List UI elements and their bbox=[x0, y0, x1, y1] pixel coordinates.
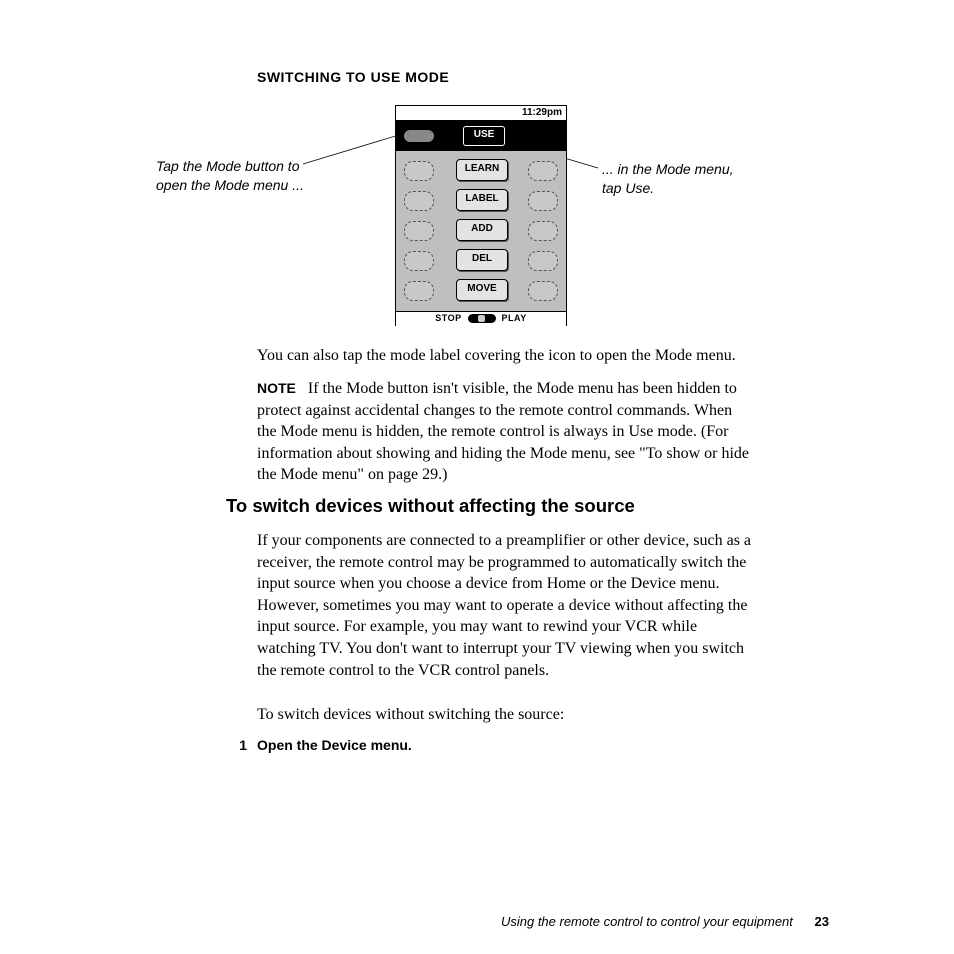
side-button bbox=[528, 281, 558, 301]
left-side-buttons bbox=[400, 151, 438, 311]
step-text: Open the Device menu. bbox=[257, 737, 412, 753]
paragraph-lead-in: To switch devices without switching the … bbox=[257, 704, 752, 726]
scroll-icon bbox=[468, 314, 496, 323]
side-button bbox=[528, 221, 558, 241]
mode-button-icon bbox=[404, 130, 434, 142]
menu-del: DEL bbox=[456, 249, 508, 271]
stop-label: STOP bbox=[435, 313, 461, 323]
side-button bbox=[528, 161, 558, 181]
side-button bbox=[404, 161, 434, 181]
paragraph-intro: You can also tap the mode label covering… bbox=[257, 345, 752, 367]
use-indicator: USE bbox=[463, 126, 505, 146]
menu-move: MOVE bbox=[456, 279, 508, 301]
note-block: NOTE If the Mode button isn't visible, t… bbox=[257, 378, 752, 486]
side-button bbox=[404, 251, 434, 271]
callout-left: Tap the Mode button to open the Mode men… bbox=[156, 157, 306, 195]
page-number: 23 bbox=[815, 914, 829, 929]
bottom-bar: STOP PLAY bbox=[396, 311, 566, 326]
heading-switch-devices: To switch devices without affecting the … bbox=[226, 495, 635, 517]
title-bar: USE bbox=[396, 121, 566, 151]
footer-chapter: Using the remote control to control your… bbox=[501, 914, 793, 929]
side-button bbox=[404, 281, 434, 301]
side-button bbox=[528, 191, 558, 211]
paragraph-switch-devices: If your components are connected to a pr… bbox=[257, 530, 752, 681]
menu-learn: LEARN bbox=[456, 159, 508, 181]
section-title: SWITCHING TO USE MODE bbox=[257, 69, 449, 85]
side-button bbox=[404, 191, 434, 211]
step-number: 1 bbox=[212, 737, 247, 753]
remote-figure: 11:29pm USE LEARN LABEL ADD DEL MOVE bbox=[395, 105, 567, 326]
page-footer: Using the remote control to control your… bbox=[501, 914, 829, 929]
right-side-buttons bbox=[524, 151, 562, 311]
note-body: If the Mode button isn't visible, the Mo… bbox=[257, 380, 749, 483]
menu-label: LABEL bbox=[456, 189, 508, 211]
side-button bbox=[404, 221, 434, 241]
play-label: PLAY bbox=[502, 313, 527, 323]
note-label: NOTE bbox=[257, 380, 296, 396]
step-1: 1 Open the Device menu. bbox=[212, 737, 752, 753]
mode-menu: LEARN LABEL ADD DEL MOVE bbox=[452, 151, 512, 301]
callout-right: ... in the Mode menu, tap Use. bbox=[602, 160, 752, 198]
side-button bbox=[528, 251, 558, 271]
status-time: 11:29pm bbox=[396, 106, 566, 121]
menu-add: ADD bbox=[456, 219, 508, 241]
